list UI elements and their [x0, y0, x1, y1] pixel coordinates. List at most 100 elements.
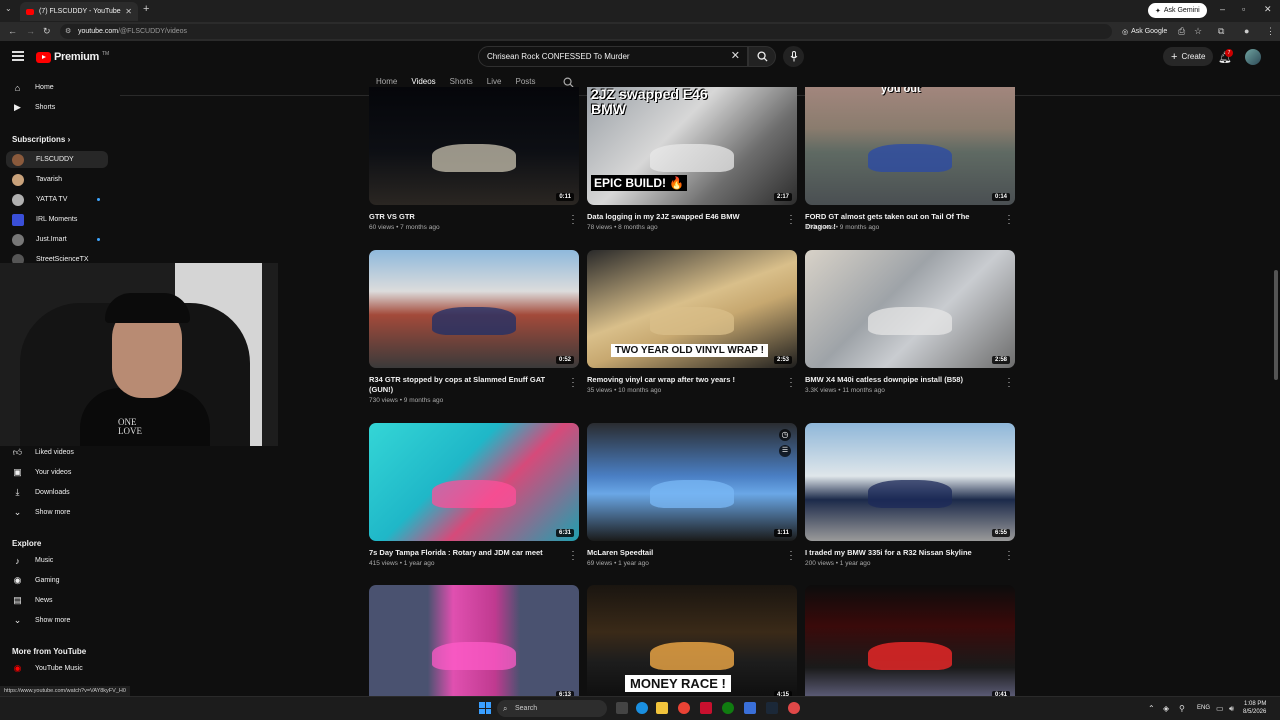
video-card[interactable]: 2:58 BMW X4 M40i catless downpipe install…	[805, 250, 1015, 410]
video-options-icon[interactable]: · · ·	[788, 374, 794, 391]
video-thumbnail[interactable]: 2JZ swapped E46 BMW EPIC BUILD! 🔥 2:17	[587, 87, 797, 205]
video-card[interactable]: you out 0:14 FORD GT almost gets taken out…	[805, 87, 1015, 247]
search-input[interactable]: Chrisean Rock CONFESSED To Murder ✕	[478, 46, 748, 67]
video-card[interactable]: TWO YEAR OLD VINYL WRAP ! 2:53 Removing vi…	[587, 250, 797, 410]
extensions-icon[interactable]: ⧉	[1218, 26, 1224, 37]
video-card[interactable]: 6:13	[369, 585, 579, 696]
clear-search-icon[interactable]: ✕	[731, 47, 740, 66]
video-options-icon[interactable]: · · ·	[788, 211, 794, 228]
video-card[interactable]: ◷ ☰ 1:11 McLaren Speedtail 69 views • 1 year…	[587, 423, 797, 583]
back-arrow-icon[interactable]: ←	[8, 26, 17, 36]
xbox-icon[interactable]	[722, 702, 734, 714]
create-button[interactable]: + Create	[1163, 47, 1214, 66]
address-bar[interactable]: ⚙ youtube.com/@FLSCUDDY/videos	[60, 24, 1112, 39]
video-thumbnail[interactable]: 0:52	[369, 250, 579, 368]
app-icon[interactable]	[744, 702, 756, 714]
recording-app-icon[interactable]	[788, 702, 800, 714]
restore-icon[interactable]: ▫	[1242, 4, 1245, 14]
search-button[interactable]	[748, 46, 776, 67]
sidebar-item-music[interactable]: ♪ Music	[6, 552, 108, 569]
steam-icon[interactable]	[766, 702, 778, 714]
video-thumbnail[interactable]: MONEY RACE ! 4:15	[587, 585, 797, 696]
sidebar-item-show-more[interactable]: ⌄ Show more	[6, 504, 108, 521]
profile-icon[interactable]: ●	[1244, 26, 1249, 36]
sidebar-item-just-imart[interactable]: Just.Imart	[6, 231, 108, 248]
video-card[interactable]: 0:11 GTR VS GTR 60 views • 7 months ago · · ·	[369, 87, 579, 247]
sidebar-item-your-videos[interactable]: ▣ Your videos	[6, 464, 108, 481]
video-title[interactable]: McLaren Speedtail	[587, 548, 777, 558]
video-options-icon[interactable]: · · ·	[1006, 211, 1012, 228]
menu-icon[interactable]	[12, 51, 24, 61]
video-thumbnail[interactable]: 6:55	[805, 423, 1015, 541]
video-title[interactable]: R34 GTR stopped by cops at Slammed Enuff…	[369, 375, 559, 395]
sidebar-item-explore-show-more[interactable]: ⌄ Show more	[6, 612, 108, 629]
browser-menu-icon[interactable]: ⋮	[1266, 26, 1275, 37]
video-options-icon[interactable]: · · ·	[788, 547, 794, 564]
video-title[interactable]: Data logging in my 2JZ swapped E46 BMW	[587, 212, 777, 222]
video-card[interactable]: 6:31 7s Day Tampa Florida : Rotary and JD…	[369, 423, 579, 583]
browser-tab[interactable]: (7) FLSCUDDY - YouTube ✕	[20, 2, 138, 21]
sidebar-item-downloads[interactable]: ⤓ Downloads	[6, 484, 108, 501]
sidebar-item-liked-videos[interactable]: 👍︎ Liked videos	[6, 444, 108, 461]
windows-start-icon[interactable]	[479, 702, 491, 714]
sidebar-item-irl-moments[interactable]: IRL Moments	[6, 211, 108, 228]
video-thumbnail[interactable]: 6:31	[369, 423, 579, 541]
taskbar-clock[interactable]: 1:08 PM 8/5/2026	[1243, 700, 1266, 716]
chrome-browser-icon[interactable]	[678, 702, 690, 714]
window-close-icon[interactable]: ✕	[1264, 4, 1272, 15]
scrollbar-track[interactable]	[1273, 95, 1279, 695]
video-thumbnail[interactable]: 2:58	[805, 250, 1015, 368]
input-language[interactable]: ENG	[1197, 705, 1210, 711]
tray-mic-icon[interactable]: ⚲	[1179, 704, 1185, 713]
video-title[interactable]: 7s Day Tampa Florida : Rotary and JDM ca…	[369, 548, 559, 558]
file-explorer-icon[interactable]	[656, 702, 668, 714]
video-options-icon[interactable]: · · ·	[570, 547, 576, 564]
video-options-icon[interactable]: · · ·	[1006, 374, 1012, 391]
video-options-icon[interactable]: · · ·	[1006, 547, 1012, 564]
video-thumbnail[interactable]: 0:11	[369, 87, 579, 205]
video-card[interactable]: MONEY RACE ! 4:15	[587, 585, 797, 696]
video-thumbnail[interactable]: you out 0:14	[805, 87, 1015, 205]
video-title[interactable]: Removing vinyl car wrap after two years …	[587, 375, 777, 385]
tab-search-chevron-icon[interactable]: ⌄	[5, 4, 12, 13]
voice-search-button[interactable]	[783, 46, 804, 67]
sidebar-item-flscuddy[interactable]: FLSCUDDY	[6, 151, 108, 168]
ask-google-button[interactable]: ◎ Ask Google	[1122, 25, 1167, 38]
sidebar-item-news[interactable]: ▤ News	[6, 592, 108, 609]
video-title[interactable]: BMW X4 M40i catless downpipe install (B5…	[805, 375, 995, 385]
sidebar-item-gaming[interactable]: ◉ Gaming	[6, 572, 108, 589]
new-tab-plus-icon[interactable]: +	[143, 3, 149, 15]
minimize-icon[interactable]: –	[1220, 4, 1225, 14]
add-to-queue-icon[interactable]: ☰	[779, 445, 791, 457]
network-icon[interactable]: ▭	[1216, 704, 1224, 713]
video-card[interactable]: 2JZ swapped E46 BMW EPIC BUILD! 🔥 2:17 Data…	[587, 87, 797, 247]
sidebar-item-yatta-tv[interactable]: YATTA TV	[6, 191, 108, 208]
video-card[interactable]: 6:55 I traded my BMW 335i for a R32 Nissa…	[805, 423, 1015, 583]
task-view-icon[interactable]	[616, 702, 628, 714]
video-card[interactable]: 0:52 R34 GTR stopped by cops at Slammed E…	[369, 250, 579, 410]
site-info-icon[interactable]: ⚙	[65, 24, 71, 39]
video-thumbnail[interactable]: TWO YEAR OLD VINYL WRAP ! 2:53	[587, 250, 797, 368]
scrollbar-thumb[interactable]	[1274, 270, 1278, 380]
sidebar-item-youtube-music[interactable]: ◉ YouTube Music	[6, 660, 108, 677]
video-thumbnail[interactable]: 6:13	[369, 585, 579, 696]
video-thumbnail[interactable]: 0:41	[805, 585, 1015, 696]
video-title[interactable]: I traded my BMW 335i for a R32 Nissan Sk…	[805, 548, 995, 558]
sidebar-item-home[interactable]: ⌂ Home	[6, 79, 108, 96]
tab-close-icon[interactable]: ✕	[125, 7, 132, 16]
edge-browser-icon[interactable]	[636, 702, 648, 714]
bookmark-star-icon[interactable]: ☆	[1194, 26, 1202, 37]
install-app-icon[interactable]: ⎙	[1178, 26, 1185, 37]
video-thumbnail[interactable]: ◷ ☰ 1:11	[587, 423, 797, 541]
taskbar-search-box[interactable]: ⌕ Search	[497, 700, 607, 717]
ask-gemini-button[interactable]: ✦ Ask Gemini	[1148, 3, 1207, 18]
sidebar-item-shorts[interactable]: ▶ Shorts	[6, 99, 108, 116]
volume-icon[interactable]: 🔊︎	[1229, 704, 1234, 714]
watch-later-icon[interactable]: ◷	[779, 429, 791, 441]
video-options-icon[interactable]: · · ·	[570, 211, 576, 228]
tray-overflow-chevron-icon[interactable]: ⌃	[1148, 704, 1155, 713]
adobe-app-icon[interactable]	[700, 702, 712, 714]
reload-icon[interactable]: ↻	[43, 26, 51, 37]
video-title[interactable]: GTR VS GTR	[369, 212, 559, 222]
video-card[interactable]: 0:41	[805, 585, 1015, 696]
